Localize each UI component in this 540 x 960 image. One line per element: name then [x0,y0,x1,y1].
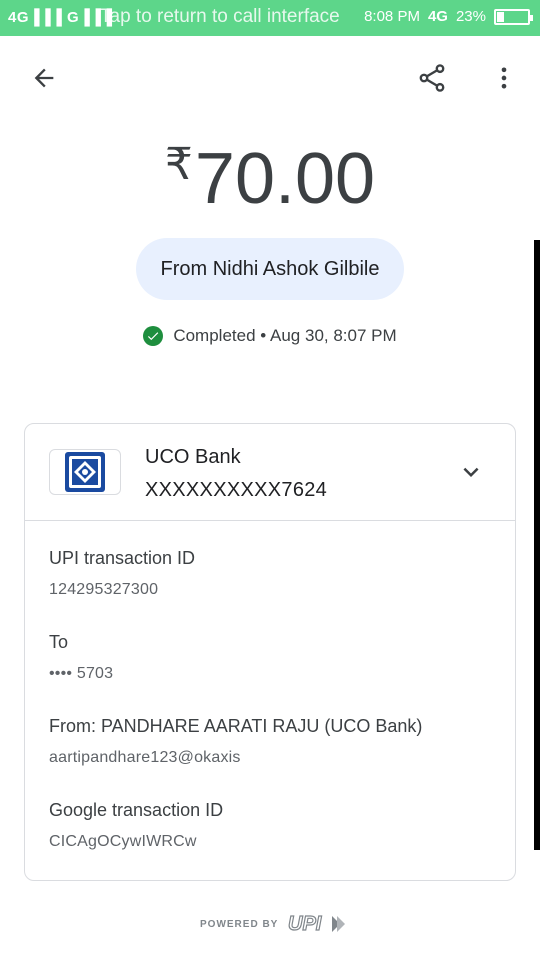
detail-value[interactable]: 124295327300 [49,581,195,599]
from-sender-label: From Nidhi Ashok Gilbile [160,257,380,280]
transaction-details-card: UCO Bank XXXXXXXXXX7624 UPI transaction … [24,423,516,881]
status-text: Completed [173,326,256,345]
detail-label: To [49,632,69,652]
back-button[interactable] [24,58,64,98]
scroll-indicator [534,240,540,850]
from-sender-pill[interactable]: From Nidhi Ashok Gilbile [136,238,404,300]
more-vert-icon [501,67,507,89]
payment-status: Completed • Aug 30, 8:07 PM [0,326,540,346]
return-to-call-banner[interactable]: Tap to return to call interface [100,6,340,28]
detail-value[interactable]: CICAgOCywIWRCw [49,833,223,851]
chevron-down-icon [463,467,479,477]
detail-label: Google transaction ID [49,800,224,820]
powered-by-upi: POWERED BY UPI [200,912,346,936]
payment-amount: ₹70.00 [0,138,540,220]
currency-symbol: ₹ [164,140,193,189]
battery-percent: 23% [455,8,486,25]
share-button[interactable] [410,58,454,98]
bank-name: UCO Bank [145,446,241,468]
bank-account-number: XXXXXXXXXX7624 [145,479,328,501]
status-date: • Aug 30, 8:07 PM [260,326,397,345]
upi-logo-icon: UPI [288,912,346,936]
status-bar: 4G▐▐▐ G▐▐▐ Tap to return to call interfa… [0,0,540,36]
detail-label: From: PANDHARE AARATI RAJU (UCO Bank) [49,716,423,736]
detail-label: UPI transaction ID [49,548,196,568]
upi-logo-text: UPI [288,913,322,935]
battery-icon [494,8,533,25]
amount-value: 70.00 [194,139,376,219]
network-type: 4G [427,8,448,25]
detail-from: From: PANDHARE AARATI RAJU (UCO Bank) aa… [49,716,422,767]
detail-google-transaction-id: Google transaction ID CICAgOCywIWRCw [49,800,223,851]
detail-upi-transaction-id: UPI transaction ID 124295327300 [49,548,195,599]
signal-indicator: 4G▐▐▐ G▐▐▐ [8,9,113,26]
detail-to: To •••• 5703 [49,632,113,683]
check-circle-icon [143,326,164,346]
battery-level [497,11,505,22]
powered-by-label: POWERED BY [200,918,279,930]
arrow-back-icon [34,68,54,88]
more-options-button[interactable] [486,58,522,98]
bank-account-row[interactable]: UCO Bank XXXXXXXXXX7624 [25,424,515,521]
share-icon [419,64,445,92]
expand-button[interactable] [455,456,487,488]
detail-value[interactable]: aartipandhare123@okaxis [49,749,422,767]
clock: 8:08 PM [364,8,420,25]
uco-bank-logo [49,449,121,495]
bank-logo-icon [65,452,105,492]
status-icons: 8:08 PM 4G 23% [364,8,533,25]
detail-value: •••• 5703 [49,665,114,682]
